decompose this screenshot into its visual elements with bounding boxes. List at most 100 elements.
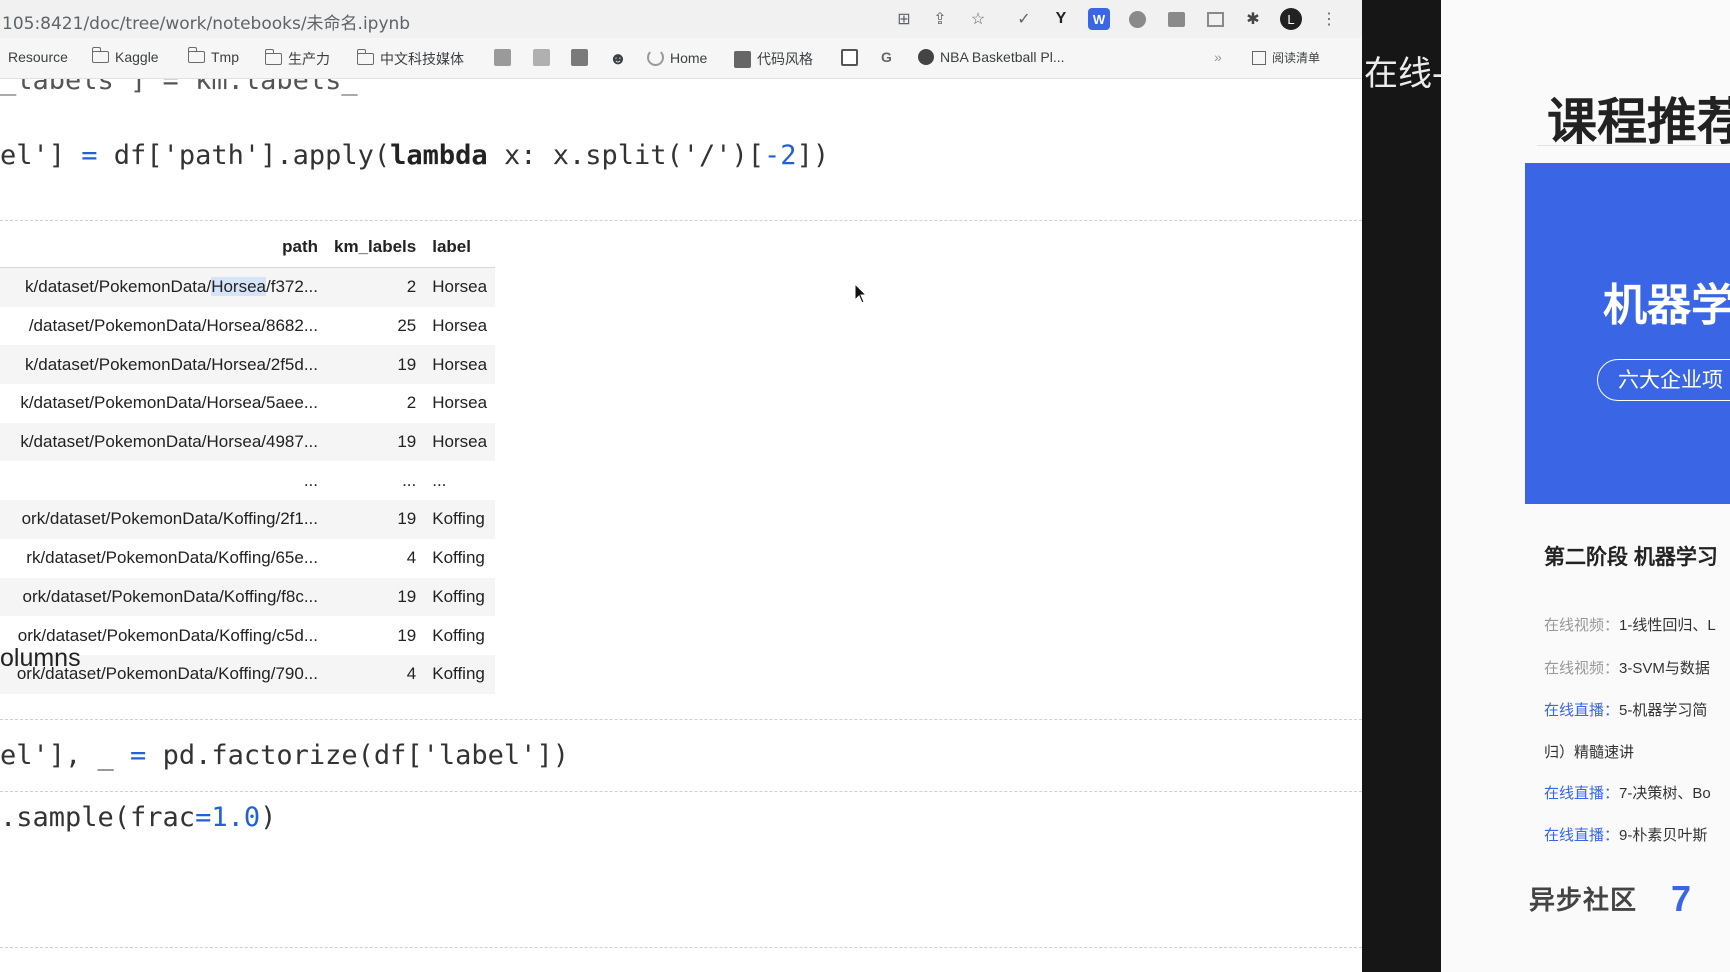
screen-ext-icon[interactable] (1204, 8, 1226, 30)
code-line-truncated: _labels'] = km.labels_ (0, 79, 358, 96)
cell-label: Horsea (424, 422, 496, 462)
course-text: 5-机器学习简 (1619, 702, 1708, 719)
code-cell-sample[interactable]: .sample(frac=1.0) (0, 802, 276, 833)
column-header-path: path (0, 227, 326, 268)
course-text: 1-线性回归、L (1619, 617, 1716, 634)
table-row: /dataset/PokemonData/Horsea/8682... 25 Hor… (0, 307, 495, 346)
table-row: ork/dataset/PokemonData/Koffing/f8c... 19… (0, 577, 496, 617)
puzzle-icon[interactable]: ✱ (1242, 8, 1264, 30)
more-bookmarks-icon[interactable]: » (1214, 49, 1222, 65)
bookmark-home[interactable]: Home (647, 49, 707, 66)
course-text: 9-朴素贝叶斯 (1619, 827, 1708, 844)
cell-label: Koffing (424, 654, 496, 694)
cell-label: Koffing (424, 500, 496, 539)
course-item[interactable]: 在线视频：1-线性回归、L (1544, 614, 1716, 635)
menu-dots-icon[interactable]: ⋮ (1318, 8, 1340, 30)
check-icon[interactable]: ✓ (1013, 8, 1035, 30)
reddit-icon: ☻ (609, 49, 627, 68)
bookmark-productivity[interactable]: 生产力 (264, 49, 330, 69)
profile-avatar[interactable]: L (1280, 8, 1302, 30)
cell-label: Horsea (432, 393, 488, 413)
folder-icon (356, 49, 374, 65)
y-ext-icon[interactable]: Y (1050, 8, 1072, 30)
cell-label: ... (432, 470, 447, 490)
cell-path: k/dataset/PokemonData/Horsea/4987... (0, 422, 326, 462)
bookmarks-bar: Resource Kaggle Tmp 生产力 中文科技媒体 ☻ Home 代码… (0, 38, 1362, 79)
mouse-cursor-icon (854, 283, 868, 304)
bookmark-code-style[interactable]: 代码风格 (734, 49, 813, 69)
favicon-icon (734, 50, 751, 68)
course-tag: 在线直播： (1544, 702, 1620, 719)
stage-title: 第二阶段 机器学习 (1544, 546, 1718, 569)
favicon-icon (533, 49, 550, 66)
banner-button[interactable]: 六大企业项 (1597, 359, 1730, 401)
cell-km-labels: 19 (326, 577, 425, 617)
course-tag: 在线视频： (1544, 660, 1620, 677)
bookmark-nba[interactable]: NBA Basketball Pl... (918, 49, 1065, 65)
reading-list[interactable]: 阅读清单 (1252, 49, 1320, 66)
cell-km-labels: 4 (326, 654, 425, 694)
cell-path: k/dataset/PokemonData/Horsea/5aee... (20, 393, 318, 413)
cell-km-labels: 19 (326, 345, 425, 385)
google-icon: G (881, 49, 892, 65)
course-item[interactable]: 在线直播：7-决策树、Bo (1544, 782, 1711, 803)
text-selection: Horsea (211, 277, 267, 297)
code-cell-apply[interactable]: el'] = df['path'].apply(lambda x: x.spli… (0, 140, 829, 171)
column-header-label: label (424, 227, 496, 268)
cell-km-labels: 19 (397, 625, 417, 645)
course-item[interactable]: 在线视频：3-SVM与数据 (1544, 657, 1710, 678)
banner-title: 机器学 (1603, 281, 1730, 330)
dataframe-table: path km_labels label k/dataset/PokemonDa… (0, 227, 496, 694)
box-ext-icon[interactable] (1165, 8, 1187, 30)
bookmark-favicon-4[interactable] (841, 49, 858, 66)
table-row: ork/dataset/PokemonData/Koffing/2f1... 19… (0, 500, 496, 539)
table-row: rk/dataset/PokemonData/Koffing/65e... 4 Ko… (0, 539, 495, 578)
bookmark-favicon-3[interactable] (571, 49, 588, 66)
cell-path: rk/dataset/PokemonData/Koffing/65e... (26, 548, 318, 568)
cell-label: Koffing (424, 577, 496, 617)
bookmark-google[interactable]: G (881, 49, 892, 65)
code-cell-factorize[interactable]: el'], _ = pd.factorize(df['label']) (0, 740, 569, 771)
w-ext-icon[interactable]: W (1088, 8, 1110, 30)
cell-km-labels: 2 (406, 393, 417, 413)
course-promo-panel: 课程推荐 机器学 六大企业项 第二阶段 机器学习 在线视频：1-线性回归、L 在线… (1441, 0, 1730, 972)
table-row: ......... (0, 461, 495, 500)
course-banner[interactable]: 机器学 六大企业项 (1525, 163, 1730, 504)
star-icon[interactable]: ☆ (967, 8, 989, 30)
bookmark-favicon-1[interactable] (494, 49, 511, 66)
translate-icon[interactable]: ⊞ (893, 8, 915, 30)
jupyter-notebook: _labels'] = km.labels_ el'] = df['path']… (0, 79, 1362, 972)
circle-ext-icon[interactable] (1126, 8, 1148, 30)
bookmark-kaggle[interactable]: Kaggle (91, 47, 159, 65)
cell-km-labels: 19 (326, 422, 425, 462)
promo-title: 课程推荐 (1547, 94, 1730, 150)
bookmark-tmp[interactable]: Tmp (187, 47, 239, 65)
cell-divider (0, 220, 1362, 221)
cell-label: Horsea (424, 345, 496, 385)
cell-path: k/dataset/PokemonData/Horsea/2f5d... (0, 345, 326, 385)
share-icon[interactable]: ⇪ (929, 8, 951, 30)
course-item[interactable]: 在线直播：5-机器学习简 (1544, 699, 1707, 720)
bookmark-resource[interactable]: Resource (8, 49, 68, 65)
bookmark-tech-media[interactable]: 中文科技媒体 (356, 49, 464, 69)
cell-path: /dataset/PokemonData/Horsea/8682... (28, 316, 318, 336)
loading-icon (647, 49, 664, 66)
cell-label: Horsea (424, 267, 496, 307)
course-item[interactable]: 归）精髓速讲 (1544, 741, 1634, 762)
table-row: k/dataset/PokemonData/Horsea/5aee... 2 Hor… (0, 384, 495, 423)
bookmark-reddit[interactable]: ☻ (609, 49, 627, 69)
browser-address-bar[interactable]: 105:8421/doc/tree/work/notebooks/未命名.ipy… (0, 0, 1362, 38)
course-item[interactable]: 在线直播：9-朴素贝叶斯 (1544, 824, 1707, 845)
cell-path: k/dataset/PokemonData/Horsea/f372... (0, 267, 326, 307)
column-header-km-labels: km_labels (326, 227, 425, 268)
cell-divider (0, 791, 1362, 792)
cell-label: Horsea (432, 316, 488, 336)
url-text[interactable]: 105:8421/doc/tree/work/notebooks/未命名.ipy… (2, 9, 410, 34)
reading-list-icon (1252, 50, 1266, 65)
favicon-icon (571, 49, 588, 66)
cell-divider (0, 947, 1362, 948)
cell-path: ... (303, 470, 318, 490)
course-tag: 在线直播： (1544, 827, 1620, 844)
folder-icon (187, 47, 205, 63)
bookmark-favicon-2[interactable] (533, 49, 550, 66)
